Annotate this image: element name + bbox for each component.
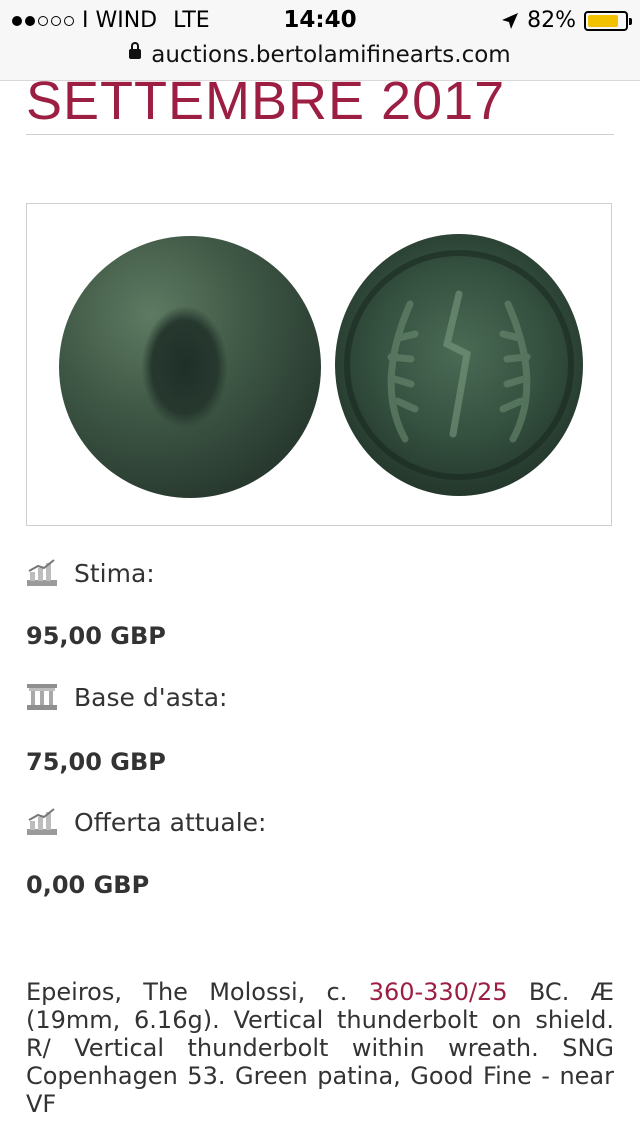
battery-icon — [584, 10, 632, 31]
start-price-row: Base d'asta: — [26, 682, 227, 712]
current-offer-row: Offerta attuale: — [26, 807, 266, 837]
chart-icon — [27, 808, 57, 835]
start-price-value: 75,00 GBP — [26, 748, 166, 776]
location-arrow-icon — [502, 12, 519, 29]
estimate-label: Stima: — [74, 558, 155, 588]
coin-obverse-image — [59, 236, 321, 498]
lot-description: Epeiros, The Molossi, c. 360-330/25 BC. … — [26, 978, 614, 1118]
date-range-link[interactable]: 360-330/25 — [369, 978, 508, 1006]
estimate-row: Stima: — [26, 558, 155, 588]
current-offer-value: 0,00 GBP — [26, 871, 150, 899]
status-bar: I WIND LTE 14:40 82% auctions.bertolamif… — [0, 0, 640, 81]
estimate-value: 95,00 GBP — [26, 622, 166, 650]
chart-icon — [27, 559, 57, 586]
current-offer-label: Offerta attuale: — [74, 807, 267, 837]
bank-icon — [27, 684, 57, 710]
url-text: auctions.bertolamifinearts.com — [151, 42, 511, 68]
battery-percent: 82% — [527, 8, 576, 33]
page-title: SETTEMBRE 2017 — [26, 71, 506, 131]
start-price-label: Base d'asta: — [74, 682, 228, 712]
lock-icon — [129, 41, 142, 59]
description-text-start: Epeiros, The Molossi, c. — [26, 978, 369, 1006]
coin-reverse-image — [335, 234, 583, 496]
lot-image[interactable] — [26, 203, 612, 526]
address-bar[interactable]: auctions.bertolamifinearts.com — [0, 41, 640, 68]
title-divider — [26, 134, 614, 135]
status-right-group: 82% — [501, 8, 632, 33]
